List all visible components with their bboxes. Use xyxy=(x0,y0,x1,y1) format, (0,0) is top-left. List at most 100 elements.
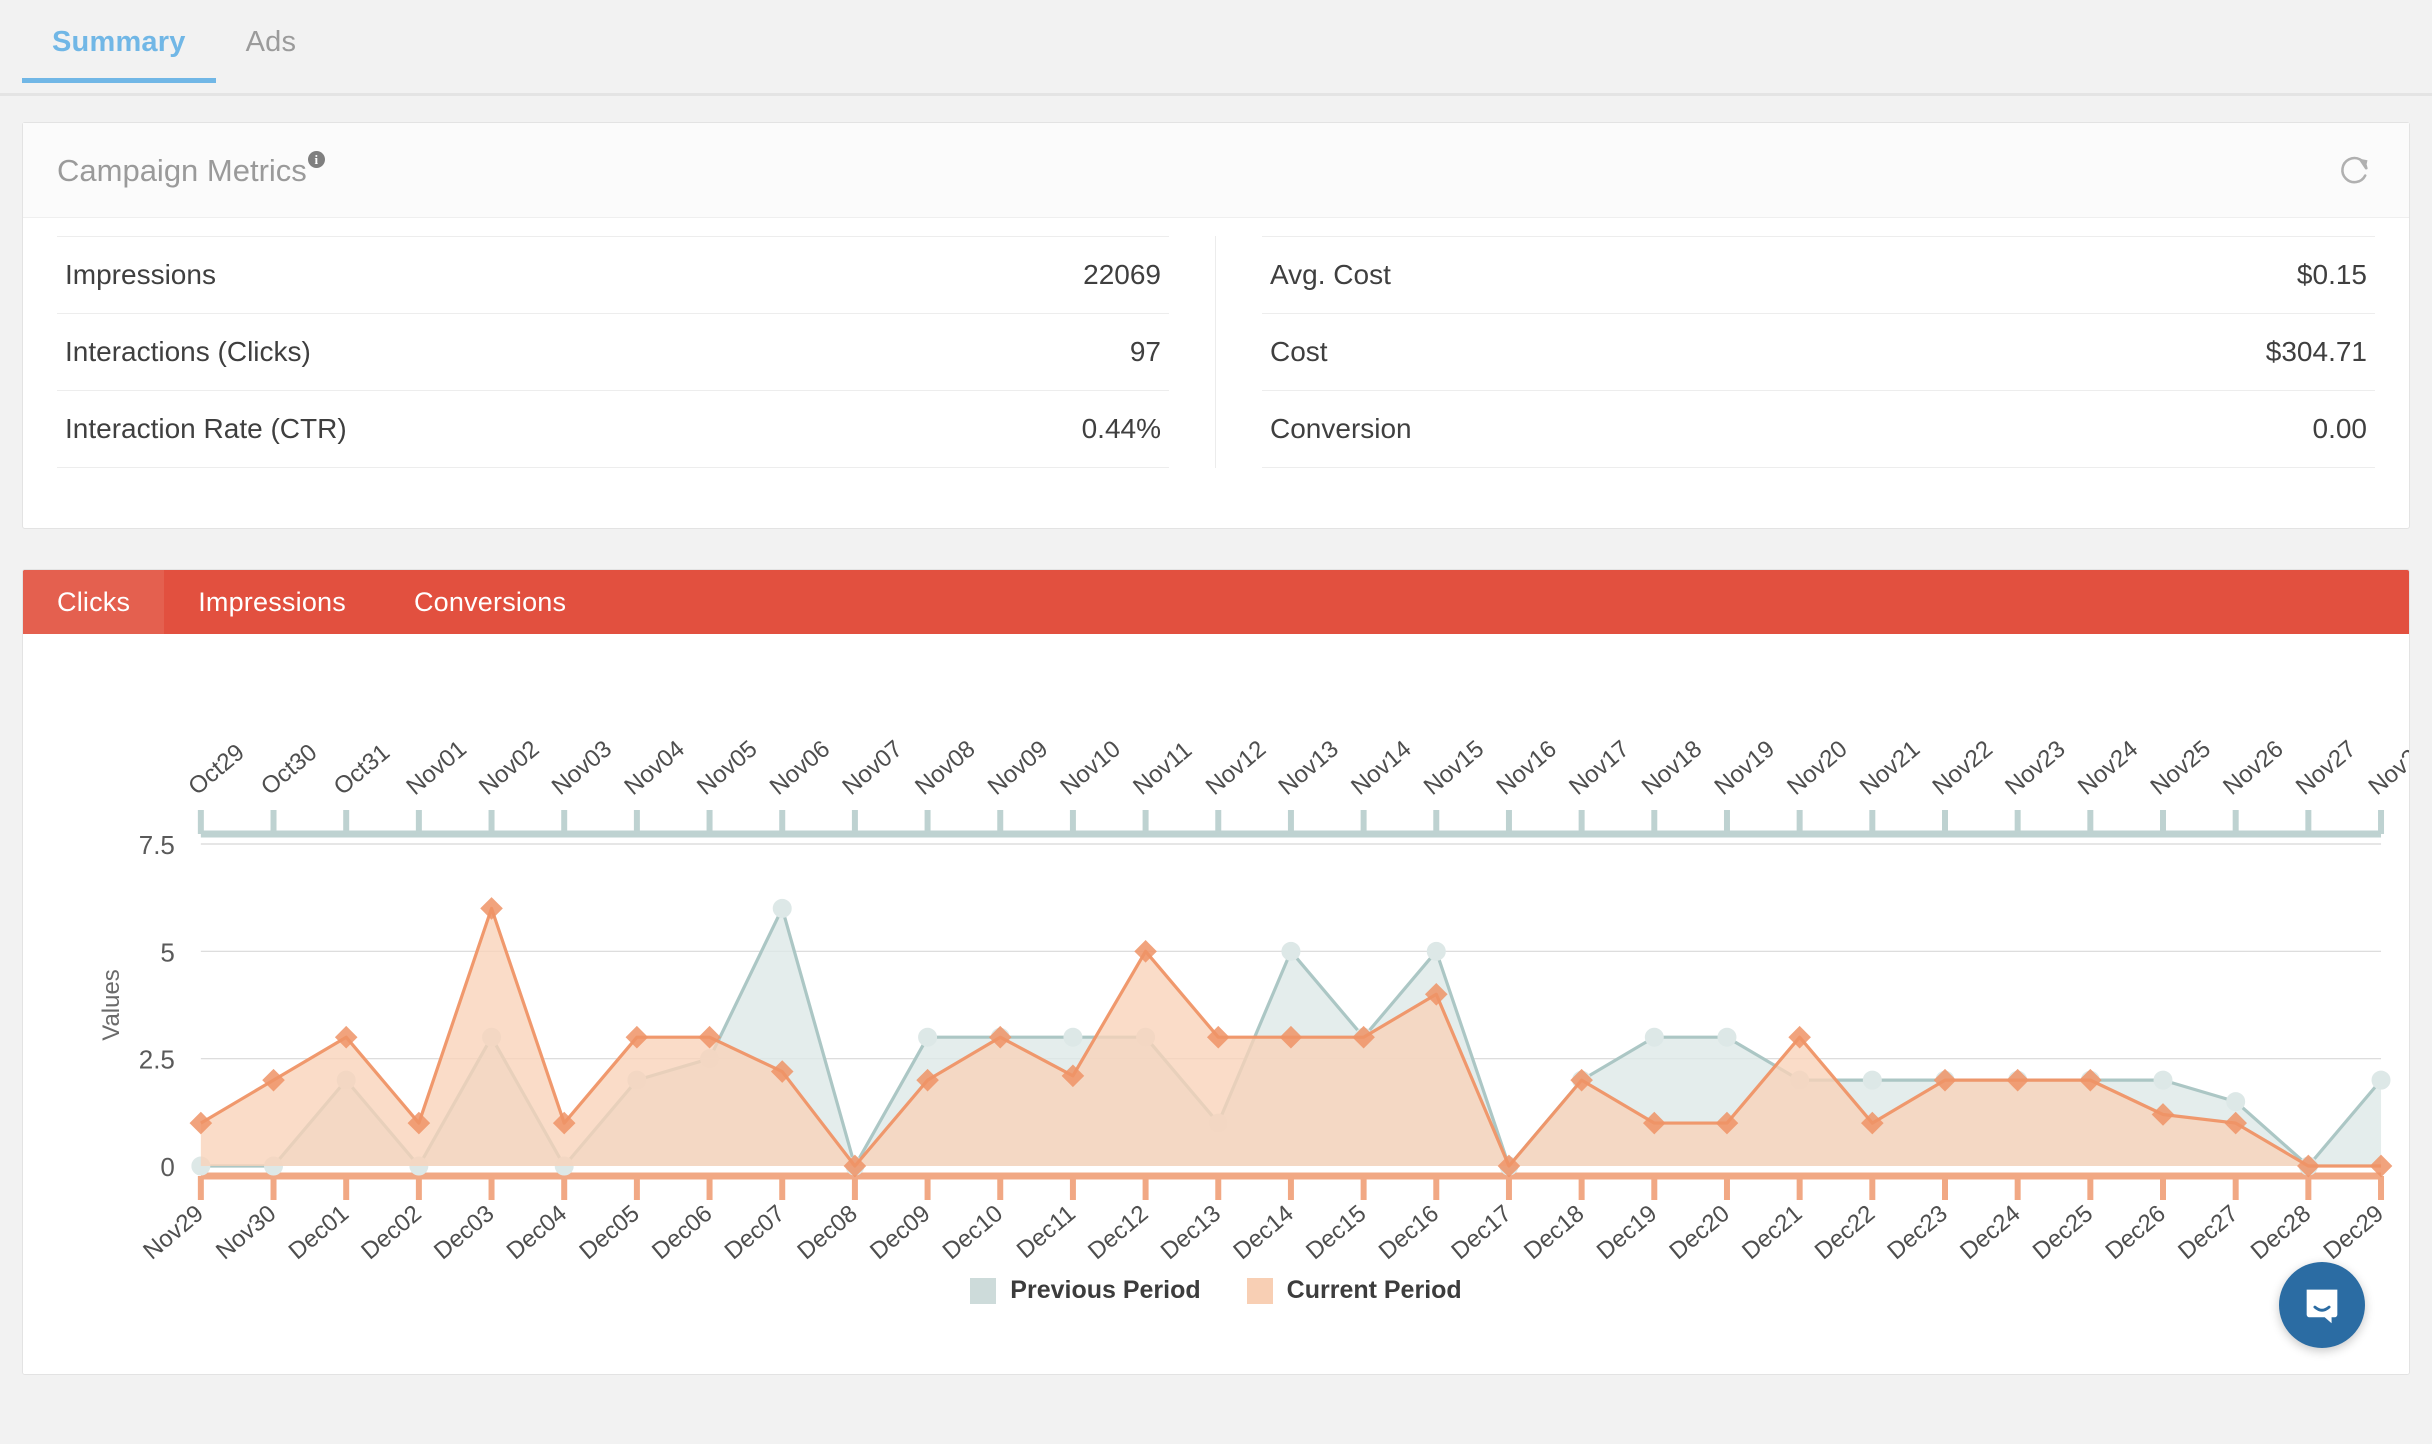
top-tabbar: Summary Ads xyxy=(0,0,2432,96)
svg-text:Nov25: Nov25 xyxy=(2146,735,2216,800)
chat-bubble-icon xyxy=(2306,1289,2338,1324)
chart-tab-conversions-label: Conversions xyxy=(413,586,567,617)
chat-launcher-button[interactable] xyxy=(2279,1262,2365,1348)
info-icon[interactable]: i xyxy=(307,150,325,168)
svg-text:Nov16: Nov16 xyxy=(1491,735,1561,800)
chart-card: Clicks Impressions Conversions 0 2.5 5 7.5 V… xyxy=(22,569,2410,1375)
legend-swatch-current xyxy=(1246,1277,1273,1304)
metric-value: $304.71 xyxy=(2265,336,2367,367)
legend-item-previous-period[interactable]: Previous Period xyxy=(970,1276,1201,1305)
tab-ads[interactable]: Ads xyxy=(216,0,327,83)
chart-tab-impressions[interactable]: Impressions xyxy=(164,570,380,634)
metric-value: 0.44% xyxy=(1081,413,1161,444)
svg-text:Oct30: Oct30 xyxy=(256,739,322,801)
svg-text:Nov13: Nov13 xyxy=(1273,735,1343,800)
metric-row: Cost $304.71 xyxy=(1262,314,2375,391)
svg-text:Nov17: Nov17 xyxy=(1564,735,1634,800)
tab-summary-label: Summary xyxy=(52,26,186,58)
svg-text:Dec04: Dec04 xyxy=(502,1200,572,1265)
svg-text:Nov09: Nov09 xyxy=(983,735,1053,800)
svg-text:Nov28: Nov28 xyxy=(2364,735,2409,800)
svg-text:Dec05: Dec05 xyxy=(574,1200,644,1265)
svg-text:Nov29: Nov29 xyxy=(138,1200,208,1265)
svg-text:Dec14: Dec14 xyxy=(1228,1200,1298,1265)
metric-value: $0.15 xyxy=(2296,259,2367,290)
svg-text:Nov10: Nov10 xyxy=(1055,735,1125,800)
chart-tab-clicks-label: Clicks xyxy=(57,586,131,617)
svg-text:Oct31: Oct31 xyxy=(329,739,395,801)
chart-tab-conversions[interactable]: Conversions xyxy=(380,570,600,634)
svg-text:Dec20: Dec20 xyxy=(1664,1200,1734,1265)
svg-text:Nov27: Nov27 xyxy=(2291,735,2361,800)
svg-text:Dec03: Dec03 xyxy=(429,1200,499,1265)
svg-text:Dec18: Dec18 xyxy=(1519,1200,1589,1265)
svg-text:Dec09: Dec09 xyxy=(865,1200,935,1265)
svg-text:Dec16: Dec16 xyxy=(1374,1200,1444,1265)
svg-text:Nov14: Nov14 xyxy=(1346,735,1416,800)
svg-text:Dec13: Dec13 xyxy=(1156,1200,1226,1265)
svg-text:Dec29: Dec29 xyxy=(2318,1200,2388,1265)
svg-text:Nov21: Nov21 xyxy=(1855,735,1925,800)
metrics-column-right: Avg. Cost $0.15 Cost $304.71 Conversion … xyxy=(1216,236,2375,468)
metric-label: Avg. Cost xyxy=(1270,259,1391,290)
svg-text:Nov03: Nov03 xyxy=(547,735,617,800)
svg-text:Dec10: Dec10 xyxy=(938,1200,1008,1265)
svg-text:Dec06: Dec06 xyxy=(647,1200,717,1265)
svg-text:Values: Values xyxy=(98,969,125,1041)
svg-text:Nov01: Nov01 xyxy=(401,735,471,800)
campaign-metrics-card: Campaign Metrics i Impressions 22069 Inte… xyxy=(22,122,2410,529)
svg-text:2.5: 2.5 xyxy=(139,1045,175,1075)
svg-text:5: 5 xyxy=(160,937,174,967)
metric-label: Cost xyxy=(1270,336,1328,367)
svg-text:Nov07: Nov07 xyxy=(837,735,907,800)
svg-text:Nov23: Nov23 xyxy=(2000,735,2070,800)
metric-value: 22069 xyxy=(1083,259,1161,290)
svg-text:Nov15: Nov15 xyxy=(1419,735,1489,800)
svg-text:Nov12: Nov12 xyxy=(1201,735,1271,800)
metric-row: Avg. Cost $0.15 xyxy=(1262,236,2375,314)
area-chart: 02.557.5ValuesOct29 Oct30 Oct31 Nov01 Nov02 N… xyxy=(98,735,2409,1265)
page-title: Campaign Metrics i xyxy=(57,150,325,189)
svg-text:Dec22: Dec22 xyxy=(1810,1200,1880,1265)
svg-text:Dec26: Dec26 xyxy=(2100,1200,2170,1265)
svg-text:Dec25: Dec25 xyxy=(2028,1200,2098,1265)
svg-text:Nov08: Nov08 xyxy=(910,735,980,800)
tab-ads-label: Ads xyxy=(245,26,297,58)
legend-swatch-previous xyxy=(970,1277,997,1304)
campaign-metrics-title: Campaign Metrics xyxy=(57,153,307,188)
svg-text:Dec27: Dec27 xyxy=(2173,1200,2243,1265)
svg-text:Dec17: Dec17 xyxy=(1446,1200,1516,1265)
svg-text:Dec02: Dec02 xyxy=(356,1200,426,1265)
metric-row: Interaction Rate (CTR) 0.44% xyxy=(57,391,1169,468)
svg-text:Dec24: Dec24 xyxy=(1955,1200,2025,1265)
legend-item-current-period[interactable]: Current Period xyxy=(1246,1276,1462,1305)
svg-text:7.5: 7.5 xyxy=(139,830,175,860)
svg-text:Dec07: Dec07 xyxy=(720,1200,790,1265)
svg-text:Dec01: Dec01 xyxy=(284,1200,354,1265)
chart-legend: Previous Period Current Period xyxy=(23,1276,2409,1305)
svg-text:Nov02: Nov02 xyxy=(474,735,544,800)
metrics-column-left: Impressions 22069 Interactions (Clicks) … xyxy=(57,236,1216,468)
svg-text:Nov18: Nov18 xyxy=(1637,735,1707,800)
svg-text:Nov05: Nov05 xyxy=(692,735,762,800)
svg-text:Dec23: Dec23 xyxy=(1882,1200,1952,1265)
metric-row: Interactions (Clicks) 97 xyxy=(57,314,1169,391)
svg-text:Dec21: Dec21 xyxy=(1737,1200,1807,1265)
svg-text:Nov30: Nov30 xyxy=(211,1200,281,1265)
refresh-icon[interactable] xyxy=(2335,151,2375,191)
campaign-metrics-header: Campaign Metrics i xyxy=(23,123,2409,218)
metric-row: Impressions 22069 xyxy=(57,236,1169,314)
svg-text:Oct29: Oct29 xyxy=(183,739,249,801)
svg-text:Dec12: Dec12 xyxy=(1083,1200,1153,1265)
chart-tab-impressions-label: Impressions xyxy=(198,586,346,617)
svg-text:Nov06: Nov06 xyxy=(765,735,835,800)
svg-text:Nov11: Nov11 xyxy=(1128,736,1197,800)
metric-label: Interactions (Clicks) xyxy=(65,336,311,367)
tab-summary[interactable]: Summary xyxy=(22,0,216,83)
metric-label: Interaction Rate (CTR) xyxy=(65,413,347,444)
metric-row: Conversion 0.00 xyxy=(1262,391,2375,468)
legend-label-previous: Previous Period xyxy=(1010,1276,1201,1304)
legend-label-current: Current Period xyxy=(1286,1276,1462,1304)
chart-tab-clicks[interactable]: Clicks xyxy=(23,570,165,634)
metric-value: 97 xyxy=(1129,336,1161,367)
